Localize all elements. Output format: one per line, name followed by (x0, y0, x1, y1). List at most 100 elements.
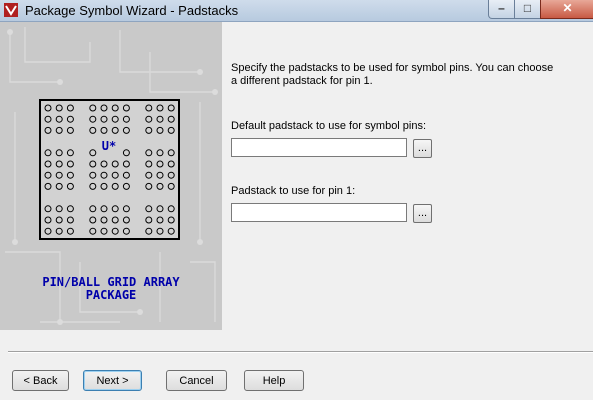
bga-ball (156, 115, 164, 123)
bga-ball (100, 227, 108, 235)
default-padstack-label: Default padstack to use for symbol pins: (231, 120, 427, 132)
next-button[interactable]: Next > (83, 370, 142, 391)
bga-ball (167, 104, 175, 112)
bga-ball (66, 182, 74, 190)
bga-ball (122, 126, 130, 134)
bga-ball (122, 227, 130, 235)
bga-ball (100, 104, 108, 112)
bga-ball (44, 216, 52, 224)
bga-ball (156, 160, 164, 168)
bga-ball (145, 126, 153, 134)
bga-ball (145, 115, 153, 123)
default-padstack-browse-button[interactable]: ... (413, 139, 432, 158)
bga-ball (122, 104, 130, 112)
bga-ball (89, 227, 97, 235)
bga-ball (167, 216, 175, 224)
bga-ball (111, 115, 119, 123)
bga-ball (122, 149, 130, 157)
bga-ball (100, 126, 108, 134)
bga-ball (55, 149, 63, 157)
bga-ball (111, 104, 119, 112)
bga-ball (55, 160, 63, 168)
bga-ball (111, 171, 119, 179)
bga-ball (100, 160, 108, 168)
bga-ball (66, 104, 74, 112)
bga-ball (145, 182, 153, 190)
bga-ball (145, 160, 153, 168)
bga-ball (66, 126, 74, 134)
bga-ball (145, 104, 153, 112)
bga-ball (122, 171, 130, 179)
bga-ball (44, 227, 52, 235)
bga-ball (100, 171, 108, 179)
bga-ball (44, 205, 52, 213)
chip-label: U* (102, 139, 116, 153)
bga-ball (89, 171, 97, 179)
cancel-button[interactable]: Cancel (166, 370, 227, 391)
help-button[interactable]: Help (244, 370, 304, 391)
bga-ball (66, 160, 74, 168)
back-button[interactable]: < Back (12, 370, 69, 391)
bga-ball (55, 171, 63, 179)
bga-ball (167, 171, 175, 179)
bga-ball (145, 216, 153, 224)
bga-ball (156, 227, 164, 235)
bga-ball (156, 126, 164, 134)
window-title: Package Symbol Wizard - Padstacks (25, 3, 239, 18)
bga-ball (122, 115, 130, 123)
bga-ball (167, 205, 175, 213)
package-caption-line2: PACKAGE (85, 288, 137, 302)
maximize-button[interactable]: □ (514, 0, 541, 19)
bga-ball (55, 205, 63, 213)
bga-ball (55, 104, 63, 112)
bga-ball (122, 216, 130, 224)
bga-ball (167, 115, 175, 123)
bga-ball (66, 216, 74, 224)
bga-ball (55, 115, 63, 123)
bga-ball (44, 182, 52, 190)
bga-ball (89, 182, 97, 190)
bga-ball (122, 160, 130, 168)
bga-ball (122, 182, 130, 190)
bga-ball (44, 171, 52, 179)
app-icon (4, 3, 18, 17)
bga-ball (55, 126, 63, 134)
bga-ball (55, 216, 63, 224)
bga-ball (167, 227, 175, 235)
bga-ball (167, 182, 175, 190)
bga-ball (100, 115, 108, 123)
bga-ball (100, 205, 108, 213)
pin1-padstack-field[interactable] (231, 203, 407, 222)
bga-ball (156, 149, 164, 157)
illustration-panel: U* PIN/BALL GRID ARRAY PACKAGE (0, 22, 222, 330)
bga-ball (145, 149, 153, 157)
bga-ball (156, 216, 164, 224)
default-padstack-field[interactable] (231, 138, 407, 157)
bga-ball (156, 171, 164, 179)
bga-ball (89, 104, 97, 112)
close-button[interactable]: ✕ (540, 0, 593, 19)
bga-ball (156, 205, 164, 213)
bga-ball (167, 126, 175, 134)
bga-ball (89, 216, 97, 224)
pin1-padstack-browse-button[interactable]: ... (413, 204, 432, 223)
bga-ball (55, 227, 63, 235)
bga-ball (145, 227, 153, 235)
close-icon: ✕ (562, 1, 573, 15)
pin1-padstack-label: Padstack to use for pin 1: (231, 185, 356, 197)
instructions-text: Specify the padstacks to be used for sym… (231, 62, 554, 87)
bga-ball (66, 205, 74, 213)
bga-ball (66, 115, 74, 123)
bga-ball (44, 126, 52, 134)
bga-ball (44, 104, 52, 112)
bga-ball (44, 149, 52, 157)
bga-ball (145, 205, 153, 213)
bga-ball (111, 182, 119, 190)
bga-ball (66, 171, 74, 179)
minimize-icon: – (498, 1, 505, 15)
bga-ball (100, 182, 108, 190)
bga-ball (100, 216, 108, 224)
bga-ball (145, 171, 153, 179)
bga-ball (167, 149, 175, 157)
minimize-button[interactable]: – (488, 0, 515, 19)
